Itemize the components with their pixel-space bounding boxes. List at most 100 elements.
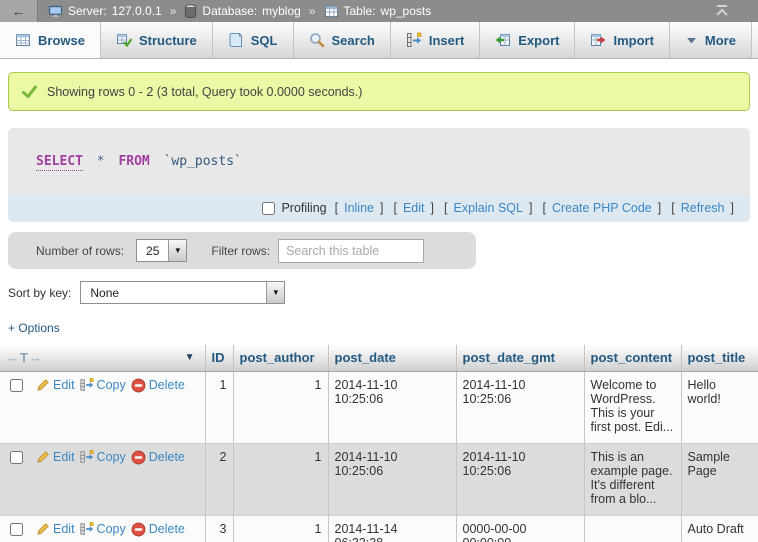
column-header-post-date-gmt[interactable]: post_date_gmt bbox=[456, 345, 584, 371]
server-value: 127.0.0.1 bbox=[112, 4, 162, 18]
copy-row-link[interactable]: Copy bbox=[80, 378, 126, 392]
sort-by-key-value: None bbox=[81, 282, 266, 303]
filter-rows-input[interactable] bbox=[278, 239, 424, 263]
tab-export[interactable]: Export bbox=[480, 22, 575, 58]
row-checkbox[interactable] bbox=[10, 523, 23, 536]
tab-label: SQL bbox=[251, 33, 278, 48]
row-actions-cell: Edit Copy Delete bbox=[0, 371, 205, 443]
cell-post-title: Hello world! bbox=[681, 371, 758, 443]
pencil-icon bbox=[36, 450, 50, 464]
breadcrumb-table[interactable]: Table: wp_posts bbox=[324, 4, 432, 19]
tab-label: Import bbox=[613, 33, 653, 48]
profiling-checkbox[interactable] bbox=[262, 202, 275, 215]
cell-post-date-gmt: 2014-11-10 10:25:06 bbox=[456, 371, 584, 443]
column-header-id[interactable]: ID bbox=[205, 345, 233, 371]
delete-label: Delete bbox=[149, 522, 185, 536]
table-icon bbox=[324, 4, 339, 19]
tab-label: More bbox=[705, 33, 736, 48]
row-checkbox[interactable] bbox=[10, 451, 23, 464]
delete-row-link[interactable]: Delete bbox=[131, 378, 185, 393]
tab-sql[interactable]: SQL bbox=[213, 22, 294, 58]
bracket: ] bbox=[431, 201, 434, 215]
breadcrumb-database[interactable]: Database: myblog bbox=[184, 4, 300, 19]
edit-row-link[interactable]: Edit bbox=[36, 378, 75, 392]
column-header-post-date[interactable]: post_date bbox=[328, 345, 456, 371]
row-nav-icons[interactable]: ←T→ bbox=[6, 350, 43, 365]
column-header-post-author[interactable]: post_author bbox=[233, 345, 328, 371]
create-php-code-link[interactable]: Create PHP Code bbox=[552, 201, 652, 215]
breadcrumb-separator: » bbox=[309, 4, 316, 18]
cell-id: 1 bbox=[205, 371, 233, 443]
cell-post-author: 1 bbox=[233, 515, 328, 542]
edit-label: Edit bbox=[53, 450, 75, 464]
browse-icon bbox=[15, 32, 31, 48]
pencil-icon bbox=[36, 522, 50, 536]
rows-control-bar: Number of rows: 25 ▼ Filter rows: bbox=[8, 232, 476, 269]
edit-query-link[interactable]: Edit bbox=[403, 201, 425, 215]
cell-post-content: This is an example page. It's different … bbox=[584, 443, 681, 515]
number-of-rows-select[interactable]: 25 ▼ bbox=[136, 239, 187, 262]
delete-row-link[interactable]: Delete bbox=[131, 450, 185, 465]
copy-icon bbox=[80, 378, 94, 392]
tab-insert[interactable]: Insert bbox=[391, 22, 480, 58]
database-label: Database: bbox=[202, 4, 257, 18]
cell-id: 2 bbox=[205, 443, 233, 515]
column-header-post-title[interactable]: post_title bbox=[681, 345, 758, 371]
sql-query-text: SELECT * FROM `wp_posts` bbox=[8, 128, 750, 195]
tab-structure[interactable]: Structure bbox=[101, 22, 213, 58]
bracket: [ bbox=[393, 201, 396, 215]
number-of-rows-label: Number of rows: bbox=[36, 244, 124, 258]
edit-row-link[interactable]: Edit bbox=[36, 450, 75, 464]
copy-label: Copy bbox=[97, 522, 126, 536]
sort-by-key-select[interactable]: None ▼ bbox=[80, 281, 285, 304]
tab-import[interactable]: Import bbox=[575, 22, 669, 58]
copy-row-link[interactable]: Copy bbox=[80, 522, 126, 536]
refresh-link[interactable]: Refresh bbox=[681, 201, 725, 215]
table-row: Edit Copy Delete 2 1 2014-11-10 10:25:06… bbox=[0, 443, 758, 515]
options-caret-icon[interactable]: ▼ bbox=[185, 352, 195, 363]
profiling-label: Profiling bbox=[281, 201, 326, 215]
cell-post-date-gmt: 0000-00-00 00:00:00 bbox=[456, 515, 584, 542]
tab-label: Export bbox=[518, 33, 559, 48]
number-of-rows-value: 25 bbox=[137, 240, 168, 261]
breadcrumb-server[interactable]: Server: 127.0.0.1 bbox=[48, 4, 162, 19]
edit-row-link[interactable]: Edit bbox=[36, 522, 75, 536]
explain-sql-link[interactable]: Explain SQL bbox=[453, 201, 522, 215]
collapse-panel-button[interactable] bbox=[714, 4, 730, 18]
filter-rows-label: Filter rows: bbox=[211, 244, 270, 258]
cell-post-author: 1 bbox=[233, 443, 328, 515]
tab-browse[interactable]: Browse bbox=[0, 22, 101, 58]
dropdown-arrow-icon: ▼ bbox=[266, 282, 284, 303]
sort-by-key-label: Sort by key: bbox=[8, 286, 71, 300]
status-message: Showing rows 0 - 2 (3 total, Query took … bbox=[8, 72, 750, 111]
sql-query-panel: SELECT * FROM `wp_posts` Profiling [ Inli… bbox=[8, 128, 750, 222]
bracket: ] bbox=[658, 201, 661, 215]
cell-post-date: 2014-11-10 10:25:06 bbox=[328, 371, 456, 443]
column-header-post-content[interactable]: post_content bbox=[584, 345, 681, 371]
delete-label: Delete bbox=[149, 378, 185, 392]
dropdown-arrow-icon: ▼ bbox=[168, 240, 186, 261]
tab-label: Structure bbox=[139, 33, 197, 48]
pencil-icon bbox=[36, 378, 50, 392]
cell-post-date: 2014-11-14 06:33:38 bbox=[328, 515, 456, 542]
tab-more[interactable]: More bbox=[670, 22, 752, 58]
copy-row-link[interactable]: Copy bbox=[80, 450, 126, 464]
bracket: ] bbox=[529, 201, 532, 215]
cell-post-content bbox=[584, 515, 681, 542]
bracket: [ bbox=[444, 201, 447, 215]
delete-row-link[interactable]: Delete bbox=[131, 522, 185, 537]
table-row: Edit Copy Delete 1 1 2014-11-10 10:25:06… bbox=[0, 371, 758, 443]
edit-label: Edit bbox=[53, 522, 75, 536]
bracket: ] bbox=[731, 201, 734, 215]
results-table: ←T→ ▼ ID post_author post_date post_date… bbox=[0, 345, 758, 542]
tab-search[interactable]: Search bbox=[294, 22, 391, 58]
options-toggle-link[interactable]: + Options bbox=[8, 321, 60, 335]
row-checkbox[interactable] bbox=[10, 379, 23, 392]
inline-link[interactable]: Inline bbox=[344, 201, 374, 215]
server-label: Server: bbox=[68, 4, 107, 18]
delete-icon bbox=[131, 522, 146, 537]
query-footer-bar: Profiling [Inline] [Edit] [Explain SQL] … bbox=[8, 195, 750, 222]
sql-star: * bbox=[97, 154, 105, 169]
bracket: [ bbox=[671, 201, 674, 215]
back-button[interactable]: ← bbox=[0, 0, 38, 22]
